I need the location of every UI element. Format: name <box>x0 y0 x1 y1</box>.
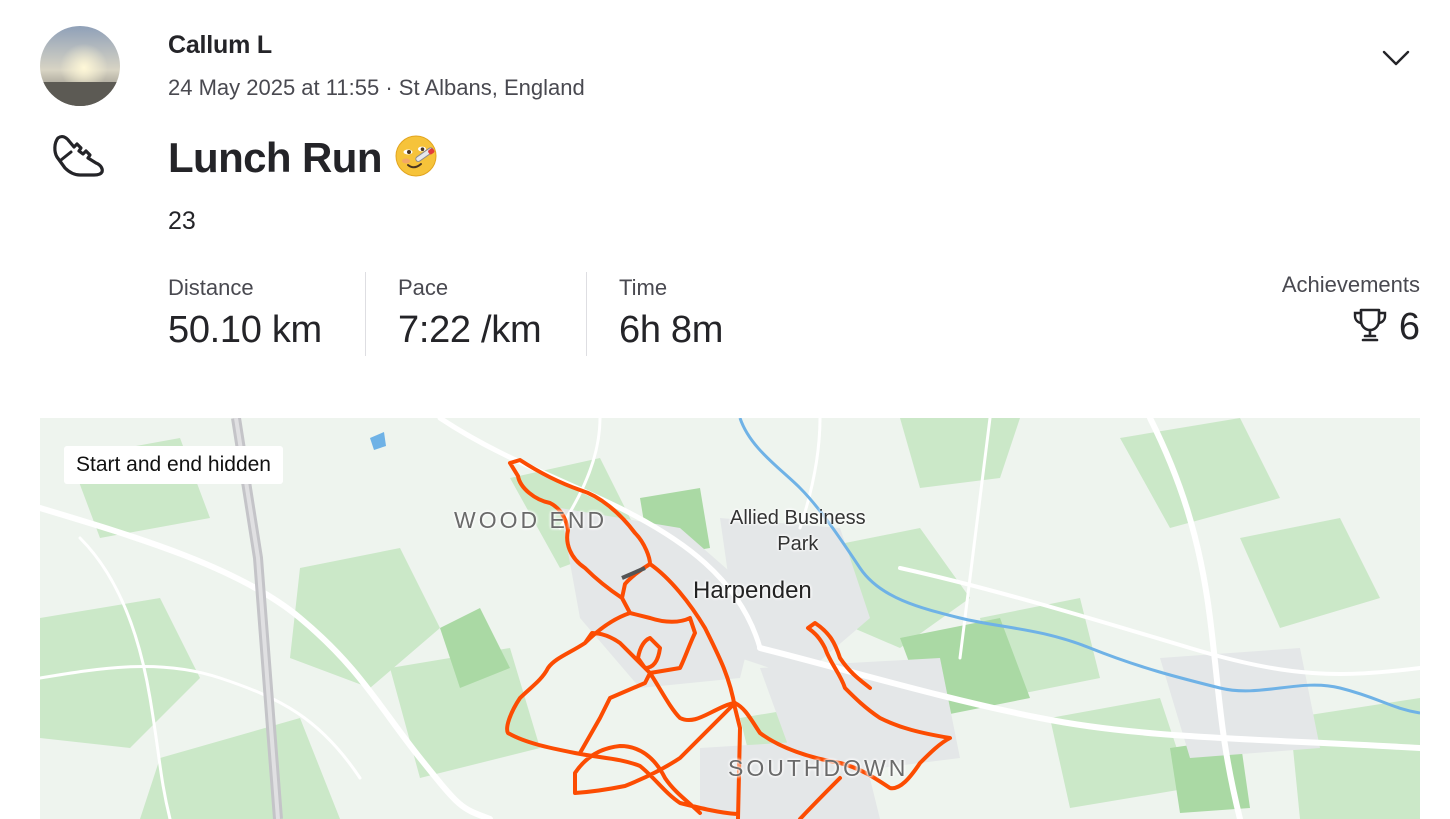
activity-location: St Albans, England <box>398 75 585 100</box>
activity-page: Callum L 24 May 2025 at 11:55 · St Alban… <box>0 0 1450 819</box>
stat-distance: Distance 50.10 km <box>168 272 366 356</box>
meta-separator: · <box>379 75 399 100</box>
sick-face-emoji <box>394 134 438 183</box>
avatar[interactable] <box>40 26 120 106</box>
map-label-allied-line-2: Park <box>777 533 819 555</box>
map-label-allied-business-park: Allied Business Park <box>730 505 866 557</box>
title-row: Lunch Run <box>168 130 438 186</box>
activity-title[interactable]: Lunch Run <box>168 134 382 182</box>
achievements-count: 6 <box>1398 306 1420 348</box>
start-end-hidden-badge: Start and end hidden <box>64 446 283 484</box>
stats-row: Distance 50.10 km Pace 7:22 /km Time 6h … <box>168 272 723 356</box>
chevron-down-icon[interactable] <box>1378 44 1414 72</box>
stat-pace: Pace 7:22 /km <box>366 272 587 356</box>
route-map[interactable]: Start and end hidden WOOD END Allied Bus… <box>40 418 1420 819</box>
achievements-row: 6 <box>1282 306 1420 349</box>
athlete-name[interactable]: Callum L <box>168 31 272 60</box>
running-shoe-icon <box>52 130 108 180</box>
map-label-harpenden: Harpenden <box>693 577 812 604</box>
stat-value: 6h 8m <box>619 309 724 351</box>
stat-label: Pace <box>398 275 449 300</box>
map-label-southdown: SOUTHDOWN <box>728 755 909 781</box>
stat-value: 7:22 /km <box>398 309 542 351</box>
activity-date-time: 24 May 2025 at 11:55 <box>168 75 380 100</box>
activity-meta: 24 May 2025 at 11:55 · St Albans, Englan… <box>168 75 585 101</box>
achievements-label: Achievements <box>1281 272 1420 297</box>
map-label-allied-line-1: Allied Business <box>730 507 866 529</box>
map-label-wood-end: WOOD END <box>454 507 608 533</box>
stat-label: Distance <box>168 275 254 300</box>
stat-value: 50.10 km <box>168 309 322 351</box>
stat-label: Time <box>619 275 668 300</box>
achievements[interactable]: Achievements 6 <box>1282 272 1420 349</box>
trophy-icon <box>1351 306 1389 349</box>
activity-description: 23 <box>168 207 196 235</box>
stat-time: Time 6h 8m <box>587 272 723 356</box>
